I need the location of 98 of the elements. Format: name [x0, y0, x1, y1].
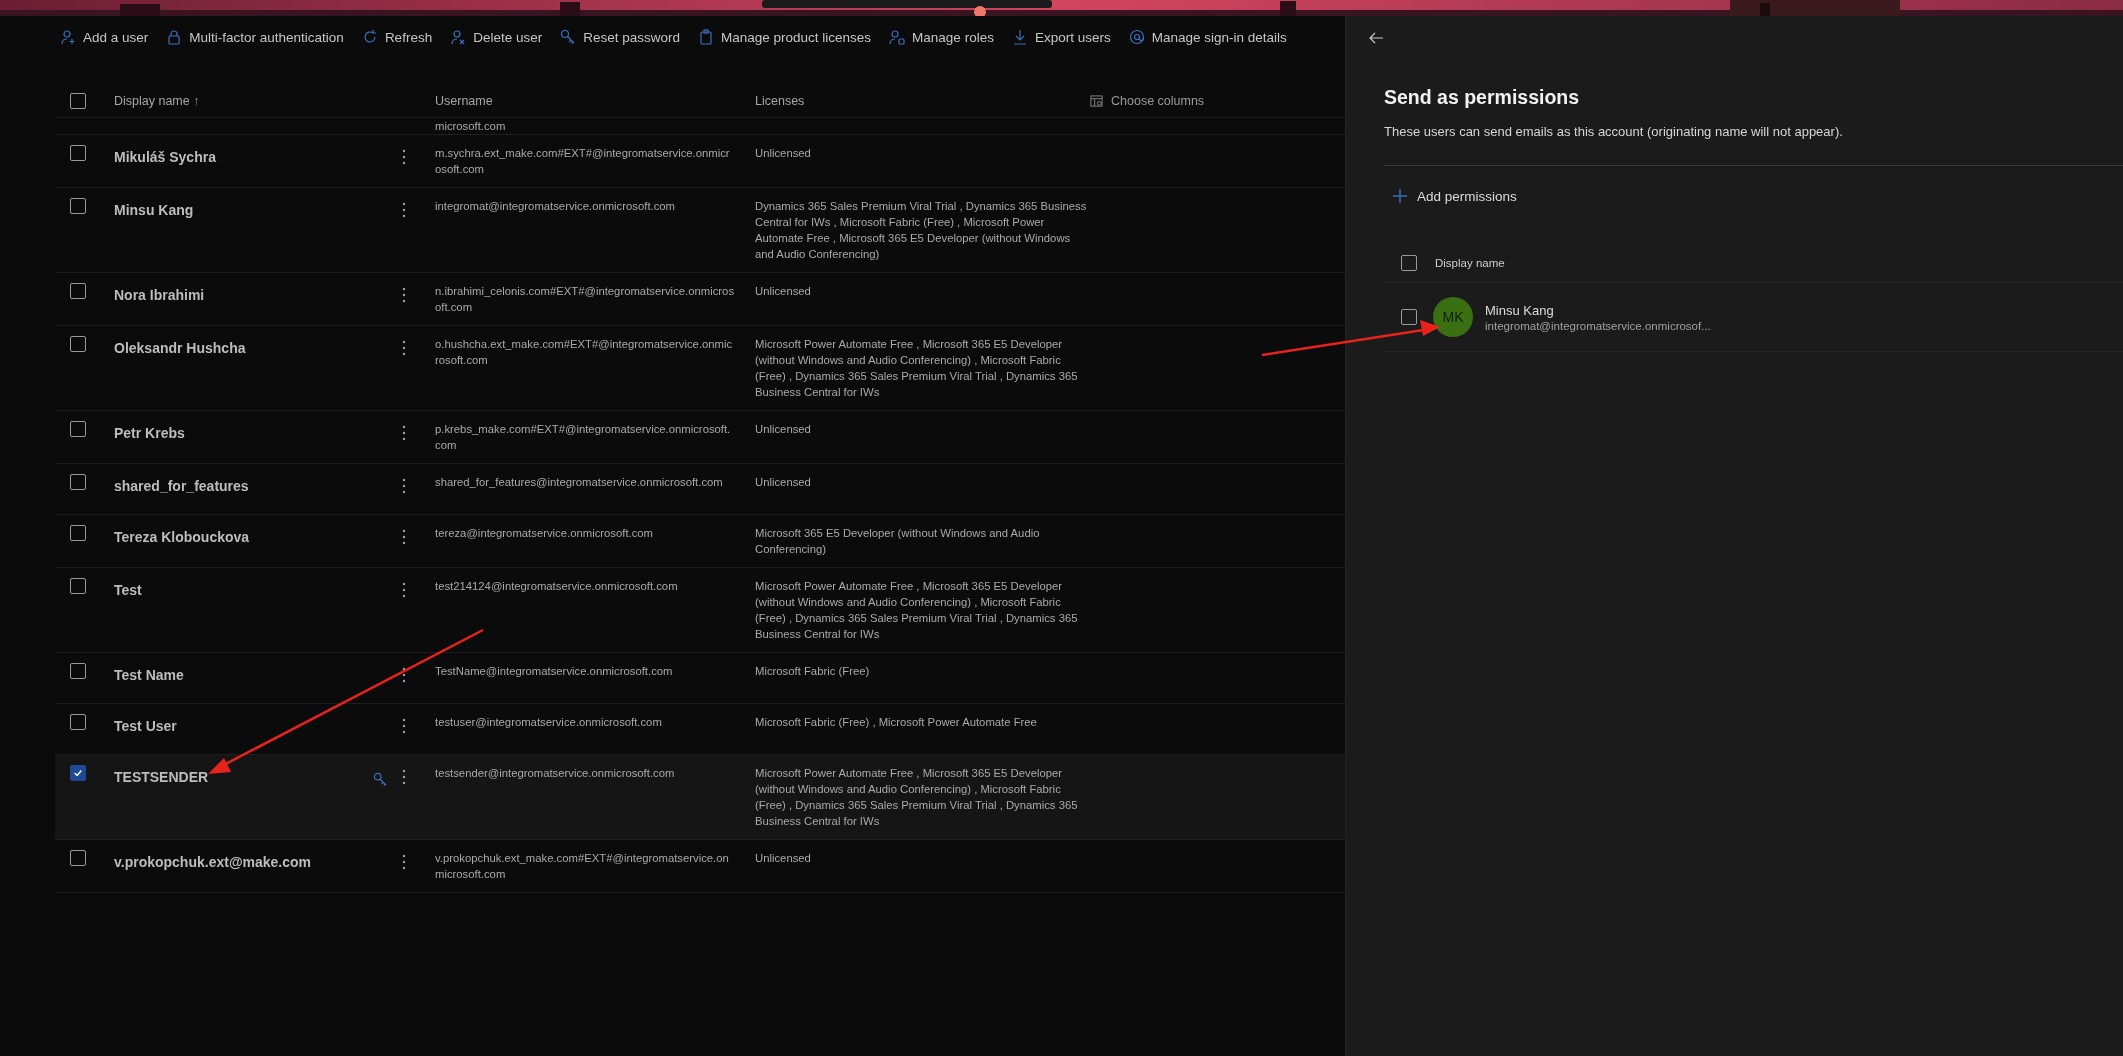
checkbox[interactable] [70, 765, 86, 781]
more-options-icon[interactable] [402, 340, 406, 356]
user-name: Minsu Kang [1485, 302, 1555, 318]
table-cell-text: microsoft.com [435, 119, 507, 134]
at-sign-icon [1128, 29, 1145, 45]
table-cell-text: Unlicensed [755, 851, 812, 866]
more-options-icon[interactable] [402, 287, 406, 303]
user-name[interactable]: Nora Ibrahimi [114, 287, 205, 303]
toolbar-button[interactable]: Export users [1011, 25, 1111, 49]
toolbar-button[interactable]: Refresh [361, 25, 433, 49]
checkbox[interactable] [70, 421, 86, 437]
more-options-icon[interactable] [402, 854, 406, 870]
key-icon[interactable] [373, 772, 388, 787]
more-options-icon[interactable] [402, 425, 406, 441]
person-remove-icon [450, 29, 467, 45]
panel-description: These users can send emails as this account (originating name will not appear). [1384, 124, 1844, 139]
user-name[interactable]: Petr Krebs [114, 425, 185, 441]
checkbox[interactable] [70, 93, 86, 109]
table-cell-text: Unlicensed [755, 422, 812, 437]
table-cell-text: o.hushcha.ext_make.com#EXT#@integromatservice.onmicrosoft.com [435, 337, 734, 368]
user-name[interactable]: Tereza Klobouckova [114, 529, 250, 545]
user-name[interactable]: Mikuláš Sychra [114, 149, 216, 165]
choose-columns-button[interactable]: Choose columns [1090, 94, 1205, 108]
table-cell-text: Dynamics 365 Sales Premium Viral Trial , Dynamics 365 Business Central for IWs , Microsoft Fabric (Free) , Microsoft Power Automate Free , Microsoft 365 E5 Developer (without Windows and Audio Conferencing) [755, 199, 1088, 262]
user-name[interactable]: TESTSENDER [114, 769, 209, 785]
table-cell-text: test214124@integromatservice.onmicrosoft.com [435, 579, 679, 594]
table-cell-text: shared_for_features@integromatservice.onmicrosoft.com [435, 475, 724, 490]
checkbox[interactable] [70, 525, 86, 541]
user-name[interactable]: Minsu Kang [114, 202, 194, 218]
table-cell-text: m.sychra.ext_make.com#EXT#@integromatservice.onmicrosoft.com [435, 146, 731, 177]
toolbar-button[interactable]: Delete user [450, 25, 543, 49]
table-cell-text: Unlicensed [755, 475, 812, 490]
column-header: Licenses [755, 94, 806, 108]
column-header[interactable]: Display name ↑ [114, 94, 396, 108]
table-cell-text: testuser@integromatservice.onmicrosoft.com [435, 715, 663, 730]
user-name[interactable]: v.prokopchuk.ext@make.com [114, 854, 311, 870]
checkbox[interactable] [70, 198, 86, 214]
back-arrow-icon[interactable] [1368, 30, 1384, 46]
user-name[interactable]: Test User [114, 718, 177, 734]
table-cell-text: v.prokopchuk.ext_make.com#EXT#@integromatservice.onmicrosoft.com [435, 851, 730, 882]
table-cell-text: Microsoft Fabric (Free) , Microsoft Power Automate Free [755, 715, 1038, 730]
lock-icon [166, 29, 183, 45]
user-name[interactable]: Test [114, 582, 142, 598]
checkmark-icon [73, 768, 83, 778]
toolbar-button[interactable]: Manage roles [889, 25, 994, 49]
table-cell-text: n.ibrahimi_celonis.com#EXT#@integromatservice.onmicrosoft.com [435, 284, 735, 315]
table-cell-text: Unlicensed [755, 146, 812, 161]
toolbar-button[interactable]: Manage sign-in details [1128, 25, 1287, 49]
checkbox[interactable] [70, 145, 86, 161]
table-cell-text: Microsoft Power Automate Free , Microsoft 365 E5 Developer (without Windows and Audio Conferencing) , Microsoft Fabric (Free) , Dynamics 365 Sales Premium Viral Trial , Dynamics 365 Business Central for IWs [755, 766, 1079, 829]
user-name[interactable]: Test Name [114, 667, 184, 683]
checkbox[interactable] [70, 578, 86, 594]
toolbar-button[interactable]: Manage product licenses [698, 25, 872, 49]
add-permissions-button[interactable]: Add permissions [1392, 188, 1517, 204]
checkbox[interactable] [70, 850, 86, 866]
table-cell-text: Microsoft Power Automate Free , Microsoft 365 E5 Developer (without Windows and Audio Conferencing) , Microsoft Fabric (Free) , Dynamics 365 Sales Premium Viral Trial , Dynamics 365 Business Central for IWs [755, 337, 1079, 400]
table-cell-text: integromat@integromatservice.onmicrosoft.com [435, 199, 676, 214]
more-options-icon[interactable] [402, 149, 406, 165]
table-cell-text: TestName@integromatservice.onmicrosoft.com [435, 664, 674, 679]
checkbox[interactable] [1401, 309, 1417, 325]
more-options-icon[interactable] [402, 202, 406, 218]
download-icon [1011, 29, 1028, 45]
table-cell-text: Microsoft 365 E5 Developer (without Windows and Audio Conferencing) [755, 526, 1041, 557]
avatar: MK [1433, 297, 1473, 337]
table-cell-text: Unlicensed [755, 284, 812, 299]
checkbox[interactable] [70, 474, 86, 490]
plus-icon [1392, 188, 1408, 204]
key-icon [560, 29, 577, 45]
person-badge-icon [889, 29, 906, 45]
more-options-icon[interactable] [402, 478, 406, 494]
more-options-icon[interactable] [402, 582, 406, 598]
more-options-icon[interactable] [402, 529, 406, 545]
user-email: integromat@integromatservice.onmicrosof... [1485, 319, 1711, 332]
toolbar-button[interactable]: Reset password [560, 25, 680, 49]
table-cell-text: Microsoft Fabric (Free) [755, 664, 871, 679]
checkbox[interactable] [70, 283, 86, 299]
checkbox[interactable] [1401, 255, 1417, 271]
column-header: Display name [1435, 257, 1505, 269]
user-name[interactable]: Oleksandr Hushcha [114, 340, 246, 356]
columns-icon [1090, 94, 1103, 108]
table-cell-text: Microsoft Power Automate Free , Microsoft 365 E5 Developer (without Windows and Audio Conferencing) , Microsoft Fabric (Free) , Dynamics 365 Sales Premium Viral Trial , Dynamics 365 Business Central for IWs [755, 579, 1079, 642]
more-options-icon[interactable] [402, 667, 406, 683]
table-cell-text: p.krebs_make.com#EXT#@integromatservice.onmicrosoft.com [435, 422, 732, 453]
checkbox[interactable] [70, 663, 86, 679]
table-cell-text: tereza@integromatservice.onmicrosoft.com [435, 526, 655, 541]
panel-title: Send as permissions [1384, 86, 1581, 109]
refresh-icon [361, 29, 378, 45]
more-options-icon[interactable] [402, 718, 406, 734]
table-cell-text: testsender@integromatservice.onmicrosoft.com [435, 766, 676, 781]
toolbar-button[interactable]: Add a user [60, 25, 149, 49]
clipboard-icon [698, 29, 714, 45]
checkbox[interactable] [70, 714, 86, 730]
more-options-icon[interactable] [402, 769, 406, 785]
toolbar-button[interactable]: Multi-factor authentication [166, 25, 344, 49]
checkbox[interactable] [70, 336, 86, 352]
person-add-icon [60, 29, 76, 45]
column-header: Username [435, 94, 494, 108]
user-name[interactable]: shared_for_features [114, 478, 249, 494]
